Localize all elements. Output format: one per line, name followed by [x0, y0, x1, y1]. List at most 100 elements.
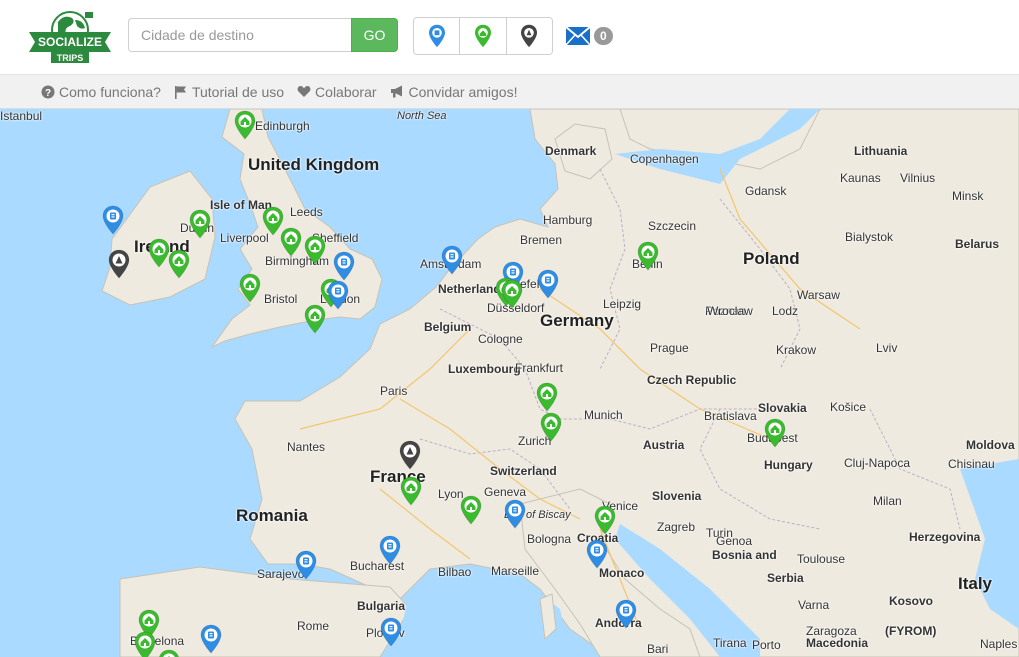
destination-search-input[interactable]	[128, 18, 352, 52]
map-label: Bosnia and	[712, 548, 777, 562]
heart-icon	[297, 85, 311, 97]
home-marker[interactable]	[594, 505, 616, 535]
map-label: Leipzig	[603, 297, 642, 311]
map-label: North Sea	[397, 110, 447, 122]
map-label: Tirana	[713, 636, 747, 650]
home-marker[interactable]	[189, 209, 211, 239]
hostel-marker[interactable]	[537, 269, 559, 299]
map-label: Switzerland	[490, 464, 557, 478]
svg-text:TRIPS: TRIPS	[57, 53, 84, 63]
map-label: Porto	[752, 638, 781, 652]
hostel-marker[interactable]	[295, 550, 317, 580]
hostel-marker[interactable]	[333, 251, 355, 281]
hostel-marker[interactable]	[380, 617, 402, 647]
hostel-marker[interactable]	[379, 535, 401, 565]
home-marker[interactable]	[280, 227, 302, 257]
hostel-marker[interactable]	[504, 499, 526, 529]
home-marker[interactable]	[158, 649, 180, 657]
map-label: Cologne	[478, 332, 523, 346]
messages-count-badge: 0	[594, 27, 613, 45]
hostel-filter-button[interactable]	[414, 18, 461, 54]
bullhorn-icon	[390, 85, 402, 98]
home-filter-button[interactable]	[460, 18, 507, 54]
home-marker[interactable]	[501, 279, 523, 309]
map-label: Rome	[297, 619, 330, 633]
collaborate-label: Colaborar	[315, 83, 377, 100]
home-marker[interactable]	[168, 249, 190, 279]
secondary-nav: ? Como funciona? Tutorial de uso Colabor…	[0, 75, 1019, 109]
home-marker[interactable]	[239, 273, 261, 303]
map-label: Košice	[830, 400, 867, 414]
svg-text:?: ?	[45, 88, 51, 99]
home-marker[interactable]	[148, 238, 170, 268]
map-label: Italy	[958, 574, 993, 593]
home-marker[interactable]	[134, 631, 156, 657]
hostel-pin-icon	[428, 24, 445, 48]
map-label: Slovakia	[758, 401, 807, 415]
map-label: Bratislava	[704, 409, 757, 423]
map-label: United Kingdom	[248, 155, 380, 174]
event-filter-button[interactable]	[506, 18, 552, 54]
hostel-marker[interactable]	[102, 205, 124, 235]
invite-friends-link[interactable]: Convidar amigos!	[390, 83, 518, 100]
home-marker[interactable]	[304, 304, 326, 334]
home-marker[interactable]	[764, 418, 786, 448]
hostel-marker[interactable]	[615, 599, 637, 629]
map-label: Czech Republic	[647, 373, 737, 387]
map-label: Istanbul	[0, 109, 43, 123]
hostel-marker[interactable]	[441, 245, 463, 275]
home-marker[interactable]	[234, 110, 256, 140]
tutorial-label: Tutorial de uso	[191, 83, 285, 100]
map-label: Bulgaria	[357, 599, 406, 613]
map-label: Germany	[540, 311, 614, 330]
map-label: Lithuania	[854, 144, 908, 158]
europe-map[interactable]: North Sea Edinburgh United Kingdom Isle of …	[0, 109, 1019, 657]
map-label: Cluj-Napoca	[844, 456, 911, 470]
event-marker[interactable]	[399, 440, 421, 470]
map-label: Austria	[643, 438, 685, 452]
map-label: Bologna	[527, 532, 572, 546]
map-label: Paris	[380, 384, 408, 398]
home-marker[interactable]	[460, 495, 482, 525]
map-label: Gdansk	[745, 184, 787, 198]
messages-button[interactable]: 0	[565, 24, 617, 48]
envelope-icon	[565, 26, 591, 46]
map-label: Serbia	[767, 571, 804, 585]
home-marker[interactable]	[637, 241, 659, 271]
map-label: Kaunas	[840, 171, 881, 185]
hostel-marker[interactable]	[327, 280, 349, 310]
map-label: Krakow	[776, 343, 817, 357]
map-label: Bari	[647, 642, 669, 656]
map-label: Milan	[873, 494, 902, 508]
home-marker[interactable]	[540, 412, 562, 442]
map-label: Varna	[798, 598, 830, 612]
home-marker[interactable]	[304, 235, 326, 265]
collaborate-link[interactable]: Colaborar	[297, 83, 377, 100]
map-label: Nantes	[287, 440, 326, 454]
map-label: Slovenia	[652, 489, 702, 503]
top-header: SOCIALIZE TRIPS GO	[0, 0, 1019, 75]
map-label: Chisinau	[948, 457, 995, 471]
map-label: Toulouse	[797, 552, 846, 566]
map-label: Wroclaw	[707, 304, 753, 318]
hostel-marker[interactable]	[586, 539, 608, 569]
hostel-marker[interactable]	[200, 624, 222, 654]
map-label: Romania	[236, 506, 308, 525]
how-it-works-link[interactable]: ? Como funciona?	[41, 84, 161, 100]
question-circle-icon: ?	[41, 85, 55, 99]
map-label: Denmark	[545, 144, 597, 158]
home-marker[interactable]	[536, 382, 558, 412]
go-button[interactable]: GO	[351, 18, 398, 52]
socialize-trips-logo[interactable]: SOCIALIZE TRIPS	[25, 8, 115, 64]
map-label: Copenhagen	[630, 152, 699, 166]
map-label: Marseille	[491, 564, 540, 578]
home-marker[interactable]	[400, 476, 422, 506]
tutorial-link[interactable]: Tutorial de uso	[174, 84, 284, 100]
map-label: Edinburgh	[255, 119, 310, 133]
invite-friends-label: Convidar amigos!	[408, 83, 518, 100]
marker-filter-group	[413, 17, 553, 55]
svg-text:SOCIALIZE: SOCIALIZE	[38, 35, 102, 49]
event-marker[interactable]	[108, 249, 130, 279]
map-label: Lviv	[876, 341, 898, 355]
map-label: Luxembourg	[448, 362, 521, 376]
